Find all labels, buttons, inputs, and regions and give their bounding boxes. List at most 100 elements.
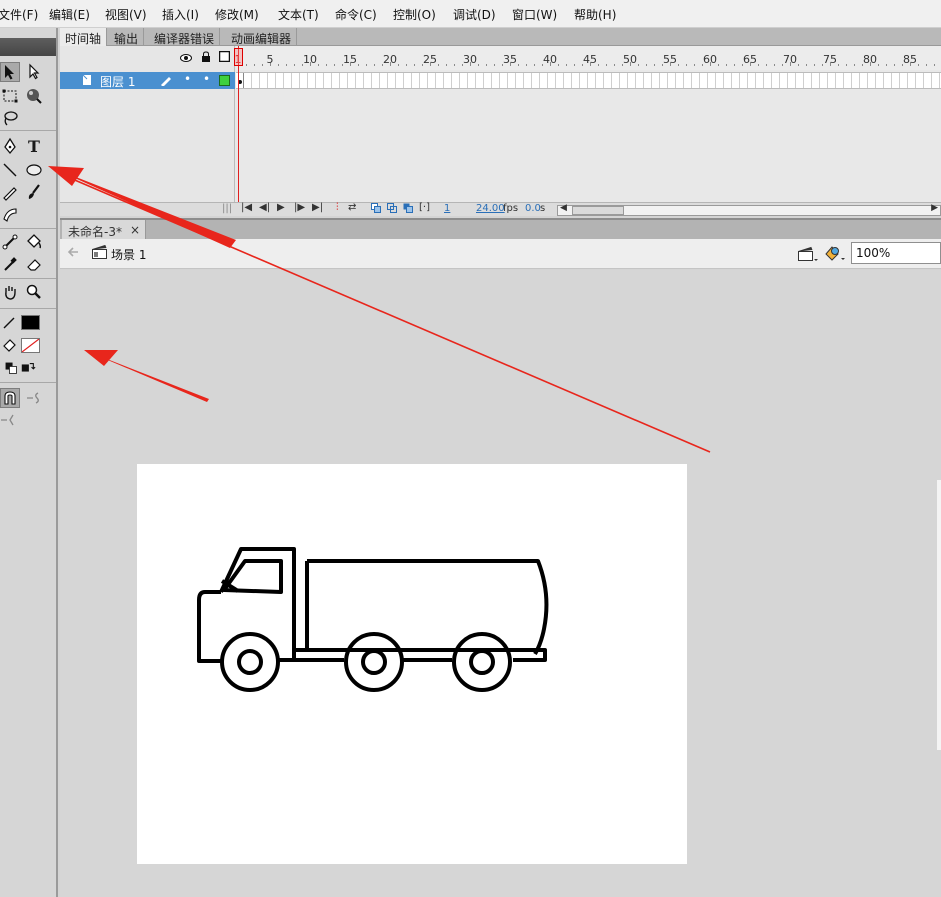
scroll-thumb[interactable] bbox=[572, 206, 624, 215]
edit-multiple-frames-icon[interactable] bbox=[403, 203, 414, 216]
zoom-input[interactable]: 100% bbox=[851, 242, 941, 264]
selection-tool-icon[interactable] bbox=[0, 62, 20, 82]
frame-label: 85 bbox=[903, 53, 917, 66]
menu-text[interactable]: 文本(T) bbox=[278, 6, 319, 23]
oval-tool-icon[interactable] bbox=[24, 160, 44, 180]
menu-help[interactable]: 帮助(H) bbox=[574, 6, 616, 23]
truck-drawing[interactable] bbox=[137, 464, 687, 864]
frame-label: 15 bbox=[343, 53, 357, 66]
document-tab[interactable]: 未命名-3* × bbox=[62, 220, 146, 240]
stroke-color-icon[interactable] bbox=[0, 312, 20, 332]
straighten-icon[interactable] bbox=[0, 410, 20, 430]
swap-colors-icon[interactable] bbox=[20, 358, 36, 378]
tab-motion-editor[interactable]: 动画编辑器 bbox=[226, 28, 298, 46]
fill-color-swatch[interactable] bbox=[21, 338, 40, 353]
menu-window[interactable]: 窗口(W) bbox=[512, 6, 557, 23]
modify-onion-markers-icon[interactable]: [·] bbox=[419, 202, 430, 213]
visibility-dot[interactable]: • bbox=[184, 72, 191, 86]
pencil-icon bbox=[160, 74, 172, 89]
tab-compiler-errors[interactable]: 编译器错误 bbox=[149, 28, 221, 46]
deco-tool-icon[interactable] bbox=[0, 204, 20, 224]
menu-file[interactable]: 文件(F) bbox=[0, 6, 38, 23]
onion-skin-icon[interactable] bbox=[371, 203, 382, 216]
black-white-icon[interactable] bbox=[4, 358, 18, 378]
pen-tool-icon[interactable] bbox=[0, 136, 20, 156]
menu-view[interactable]: 视图(V) bbox=[105, 6, 147, 23]
step-forward-icon[interactable]: |▶ bbox=[294, 202, 305, 213]
close-tab-icon[interactable]: × bbox=[130, 223, 140, 237]
edit-scene-icon[interactable] bbox=[798, 245, 818, 266]
pasteboard bbox=[60, 270, 941, 897]
smooth-icon[interactable] bbox=[24, 388, 44, 408]
tab-output[interactable]: 输出 bbox=[109, 28, 145, 46]
center-frame-icon[interactable]: ⫶ bbox=[336, 202, 339, 213]
tab-timeline[interactable]: 时间轴 bbox=[60, 28, 108, 46]
menu-debug[interactable]: 调试(D) bbox=[453, 6, 496, 23]
frame-label: 35 bbox=[503, 53, 517, 66]
layer-color-box[interactable] bbox=[219, 75, 230, 86]
3d-rotation-tool-icon[interactable] bbox=[24, 86, 44, 106]
menu-bar: 文件(F) 编辑(E) 视图(V) 插入(I) 修改(M) 文本(T) 命令(C… bbox=[0, 0, 941, 28]
stage[interactable] bbox=[137, 464, 687, 864]
outline-icon[interactable] bbox=[218, 50, 231, 65]
layer-row[interactable]: 图层 1 • • bbox=[60, 72, 235, 89]
frame-label: 45 bbox=[583, 53, 597, 66]
hand-tool-icon[interactable] bbox=[0, 282, 20, 302]
frame-label: 30 bbox=[463, 53, 477, 66]
loop-icon[interactable]: ⇄ bbox=[348, 202, 356, 213]
menu-commands[interactable]: 命令(C) bbox=[335, 6, 377, 23]
paint-bucket-tool-icon[interactable] bbox=[24, 232, 44, 252]
bone-tool-icon[interactable] bbox=[0, 232, 20, 252]
scene-icon bbox=[92, 244, 107, 262]
eraser-tool-icon[interactable] bbox=[24, 254, 44, 274]
layer-name[interactable]: 图层 1 bbox=[100, 73, 135, 90]
layer-icon bbox=[82, 74, 92, 89]
snap-to-objects-icon[interactable] bbox=[0, 388, 20, 408]
free-transform-tool-icon[interactable] bbox=[0, 86, 20, 106]
menu-insert[interactable]: 插入(I) bbox=[162, 6, 199, 23]
stroke-color-swatch[interactable] bbox=[21, 315, 40, 330]
menu-modify[interactable]: 修改(M) bbox=[215, 6, 259, 23]
goto-last-frame-icon[interactable]: ▶| bbox=[312, 202, 323, 213]
back-arrow-icon[interactable] bbox=[66, 245, 80, 262]
scroll-left-icon[interactable]: ◀ bbox=[560, 203, 567, 213]
eye-icon[interactable] bbox=[180, 52, 192, 66]
step-back-icon[interactable]: ◀| bbox=[259, 202, 270, 213]
current-frame[interactable]: 1 bbox=[444, 203, 450, 214]
lock-dot[interactable]: • bbox=[203, 72, 210, 86]
scene-name[interactable]: 场景 1 bbox=[111, 246, 146, 263]
menu-edit[interactable]: 编辑(E) bbox=[49, 6, 90, 23]
lock-icon[interactable] bbox=[201, 51, 211, 65]
text-tool-icon[interactable]: T bbox=[24, 136, 44, 156]
line-tool-icon[interactable] bbox=[0, 160, 20, 180]
goto-first-frame-icon[interactable]: |◀ bbox=[241, 202, 252, 213]
edit-bar: 场景 1 100% bbox=[60, 239, 941, 269]
menu-control[interactable]: 控制(O) bbox=[393, 6, 436, 23]
brush-tool-icon[interactable] bbox=[24, 182, 44, 202]
edit-symbols-icon[interactable] bbox=[824, 244, 846, 265]
frame-rate[interactable]: 24.00 bbox=[476, 203, 505, 214]
document-tabs: 未命名-3* × bbox=[60, 218, 941, 240]
lasso-tool-icon[interactable] bbox=[0, 108, 20, 128]
timeline-hscrollbar[interactable]: ◀ ▶ bbox=[557, 203, 941, 216]
subselection-tool-icon[interactable] bbox=[24, 62, 44, 82]
onion-outlines-icon[interactable] bbox=[387, 203, 398, 216]
frame-label: 40 bbox=[543, 53, 557, 66]
pencil-tool-icon[interactable] bbox=[0, 182, 20, 202]
layer-list: 图层 1 • • bbox=[60, 46, 235, 216]
frame-ruler[interactable]: 1 5 10 15 20 25 30 35 40 45 50 55 60 65 … bbox=[235, 46, 941, 70]
stage-vscrollbar[interactable] bbox=[937, 480, 941, 750]
toolbox-header[interactable] bbox=[0, 38, 56, 56]
frame-grid[interactable] bbox=[236, 72, 941, 89]
scroll-right-icon[interactable]: ▶ bbox=[931, 203, 938, 213]
panel-tabs: 时间轴 输出 编译器错误 动画编辑器 bbox=[60, 28, 941, 46]
document-tab-title: 未命名-3* bbox=[68, 225, 122, 239]
playhead[interactable] bbox=[234, 48, 243, 66]
play-icon[interactable]: ▶ bbox=[277, 202, 285, 213]
zoom-tool-icon[interactable] bbox=[24, 282, 44, 302]
frame-label: 60 bbox=[703, 53, 717, 66]
eyedropper-tool-icon[interactable] bbox=[0, 254, 20, 274]
frame-label: 65 bbox=[743, 53, 757, 66]
frame-rate-unit: fps bbox=[503, 203, 519, 214]
fill-color-icon[interactable] bbox=[0, 336, 20, 356]
